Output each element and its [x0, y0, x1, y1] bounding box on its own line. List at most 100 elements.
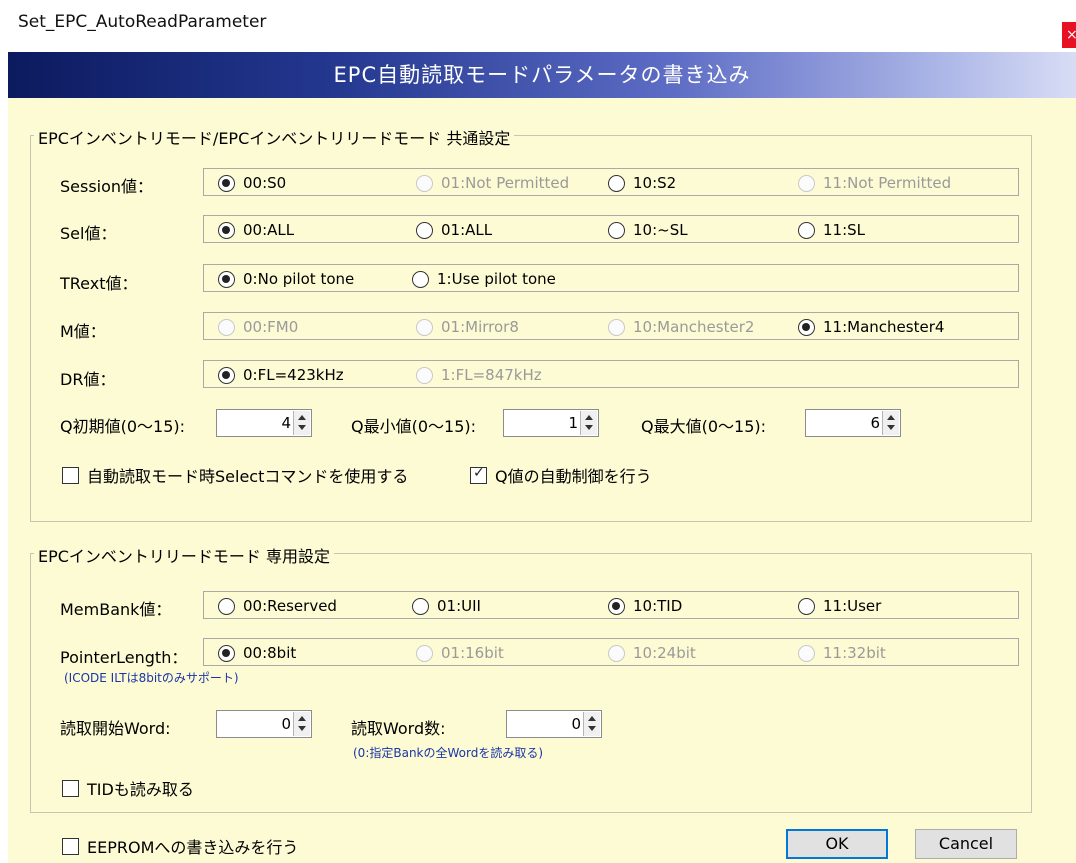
session-radio-11[interactable]: 11:Not Permitted: [798, 174, 951, 192]
spin-arrows-icon[interactable]: [882, 411, 899, 435]
session-radio-00[interactable]: 00:S0: [218, 174, 286, 192]
arrow-down-icon[interactable]: [298, 726, 306, 731]
dr-label: DR値：: [60, 370, 116, 389]
m-radio-11[interactable]: 11:Manchester4: [798, 318, 944, 336]
option-label: 00:S0: [243, 174, 287, 192]
radio-circle-icon: [218, 366, 235, 384]
session-radio-01[interactable]: 01:Not Permitted: [416, 174, 569, 192]
eeprom-write-checkbox[interactable]: EEPROMへの書き込みを行う: [62, 834, 298, 858]
option-label: 11:32bit: [823, 644, 886, 662]
option-label: 01:Mirror8: [441, 318, 519, 336]
trext-radio-0[interactable]: 0:No pilot tone: [218, 270, 354, 288]
radio-circle-icon: [798, 597, 815, 615]
ok-button[interactable]: OK: [786, 829, 888, 859]
q-initial-value: 4: [281, 414, 291, 432]
session-radio-10[interactable]: 10:S2: [608, 174, 676, 192]
sel-label: Sel値：: [60, 224, 117, 243]
option-label: 0:FL=423kHz: [243, 366, 344, 384]
tid-read-checkbox[interactable]: TIDも読み取る: [62, 776, 194, 800]
option-label: 01:16bit: [441, 644, 504, 662]
membank-radio-10[interactable]: 10:TID: [608, 597, 682, 615]
select-command-checkbox[interactable]: 自動読取モード時Selectコマンドを使用する: [62, 463, 408, 487]
m-radio-00[interactable]: 00:FM0: [218, 318, 298, 336]
radio-circle-icon: [608, 318, 625, 336]
arrow-up-icon[interactable]: [298, 415, 306, 420]
option-label: Q値の自動制御を行う: [495, 467, 652, 486]
arrow-down-icon[interactable]: [588, 726, 596, 731]
m-radio-01[interactable]: 01:Mirror8: [416, 318, 519, 336]
start-word-value: 0: [281, 715, 291, 733]
q-min-spinner[interactable]: 1: [503, 409, 599, 437]
q-auto-control-checkbox[interactable]: Q値の自動制御を行う: [470, 463, 652, 487]
arrow-up-icon[interactable]: [887, 415, 895, 420]
close-button[interactable]: ×: [1062, 22, 1076, 48]
option-label: 1:Use pilot tone: [437, 270, 556, 288]
arrow-up-icon[interactable]: [588, 716, 596, 721]
arrow-up-icon[interactable]: [298, 716, 306, 721]
m-radio-10[interactable]: 10:Manchester2: [608, 318, 754, 336]
radio-circle-icon: [412, 597, 429, 615]
q-max-spinner[interactable]: 6: [805, 409, 901, 437]
membank-radio-01[interactable]: 01:UII: [412, 597, 481, 615]
checkbox-box-icon: [62, 466, 79, 484]
cancel-button[interactable]: Cancel: [915, 829, 1017, 859]
membank-label: MemBank値：: [60, 600, 172, 619]
radio-circle-icon: [416, 221, 433, 239]
q-min-value: 1: [568, 414, 578, 432]
pointer-note: (ICODE ILTは8bitのみサポート): [64, 671, 239, 685]
arrow-down-icon[interactable]: [585, 425, 593, 430]
pointer-radio-00[interactable]: 00:8bit: [218, 644, 296, 662]
checkbox-box-icon: [62, 779, 79, 797]
option-label: 10:S2: [633, 174, 677, 192]
pointer-length-label: PointerLength：: [60, 648, 188, 667]
radio-circle-icon: [218, 644, 235, 662]
option-label: 自動読取モード時Selectコマンドを使用する: [87, 467, 409, 486]
word-count-spinner[interactable]: 0: [506, 710, 602, 738]
q-initial-spinner[interactable]: 4: [216, 409, 312, 437]
pointer-radio-01[interactable]: 01:16bit: [416, 644, 504, 662]
spin-arrows-icon[interactable]: [583, 712, 600, 736]
option-label: 11:SL: [823, 221, 866, 239]
spin-arrows-icon[interactable]: [580, 411, 597, 435]
pointer-radio-10[interactable]: 10:24bit: [608, 644, 696, 662]
read-settings-title: EPCインベントリリードモード 専用設定: [34, 543, 335, 567]
radio-circle-icon: [218, 318, 235, 336]
sel-radio-11[interactable]: 11:SL: [798, 221, 865, 239]
radio-circle-icon: [416, 366, 433, 384]
option-label: 01:Not Permitted: [441, 174, 570, 192]
dialog-banner: EPC自動読取モードパラメータの書き込み: [8, 52, 1076, 98]
arrow-down-icon[interactable]: [887, 425, 895, 430]
checkbox-box-icon: [470, 465, 487, 484]
radio-circle-icon: [608, 221, 625, 239]
sel-radio-10[interactable]: 10:~SL: [608, 221, 688, 239]
option-label: 10:Manchester2: [633, 318, 755, 336]
sel-radio-00[interactable]: 00:ALL: [218, 221, 294, 239]
radio-circle-icon: [218, 597, 235, 615]
membank-radio-00[interactable]: 00:Reserved: [218, 597, 337, 615]
arrow-down-icon[interactable]: [298, 425, 306, 430]
option-label: 00:8bit: [243, 644, 297, 662]
q-max-value: 6: [870, 414, 880, 432]
radio-circle-icon: [608, 644, 625, 662]
radio-circle-icon: [412, 270, 429, 288]
trext-radio-1[interactable]: 1:Use pilot tone: [412, 270, 556, 288]
radio-circle-icon: [798, 174, 815, 192]
option-label: 11:Manchester4: [823, 318, 945, 336]
close-icon: ×: [1066, 27, 1076, 43]
spin-arrows-icon[interactable]: [293, 411, 310, 435]
spin-arrows-icon[interactable]: [293, 712, 310, 736]
q-min-label: Q最小値(0～15):: [351, 417, 477, 436]
radio-circle-icon: [798, 221, 815, 239]
sel-radio-01[interactable]: 01:ALL: [416, 221, 492, 239]
option-label: 00:FM0: [243, 318, 299, 336]
membank-radio-11[interactable]: 11:User: [798, 597, 881, 615]
start-word-spinner[interactable]: 0: [216, 710, 312, 738]
m-label: M値：: [60, 322, 106, 341]
arrow-up-icon[interactable]: [585, 415, 593, 420]
common-settings-title: EPCインベントリモード/EPCインベントリリードモード 共通設定: [34, 125, 515, 149]
dr-radio-0[interactable]: 0:FL=423kHz: [218, 366, 344, 384]
dr-radio-1[interactable]: 1:FL=847kHz: [416, 366, 542, 384]
session-label: Session値：: [60, 177, 154, 196]
radio-circle-icon: [798, 318, 815, 336]
pointer-radio-11[interactable]: 11:32bit: [798, 644, 886, 662]
